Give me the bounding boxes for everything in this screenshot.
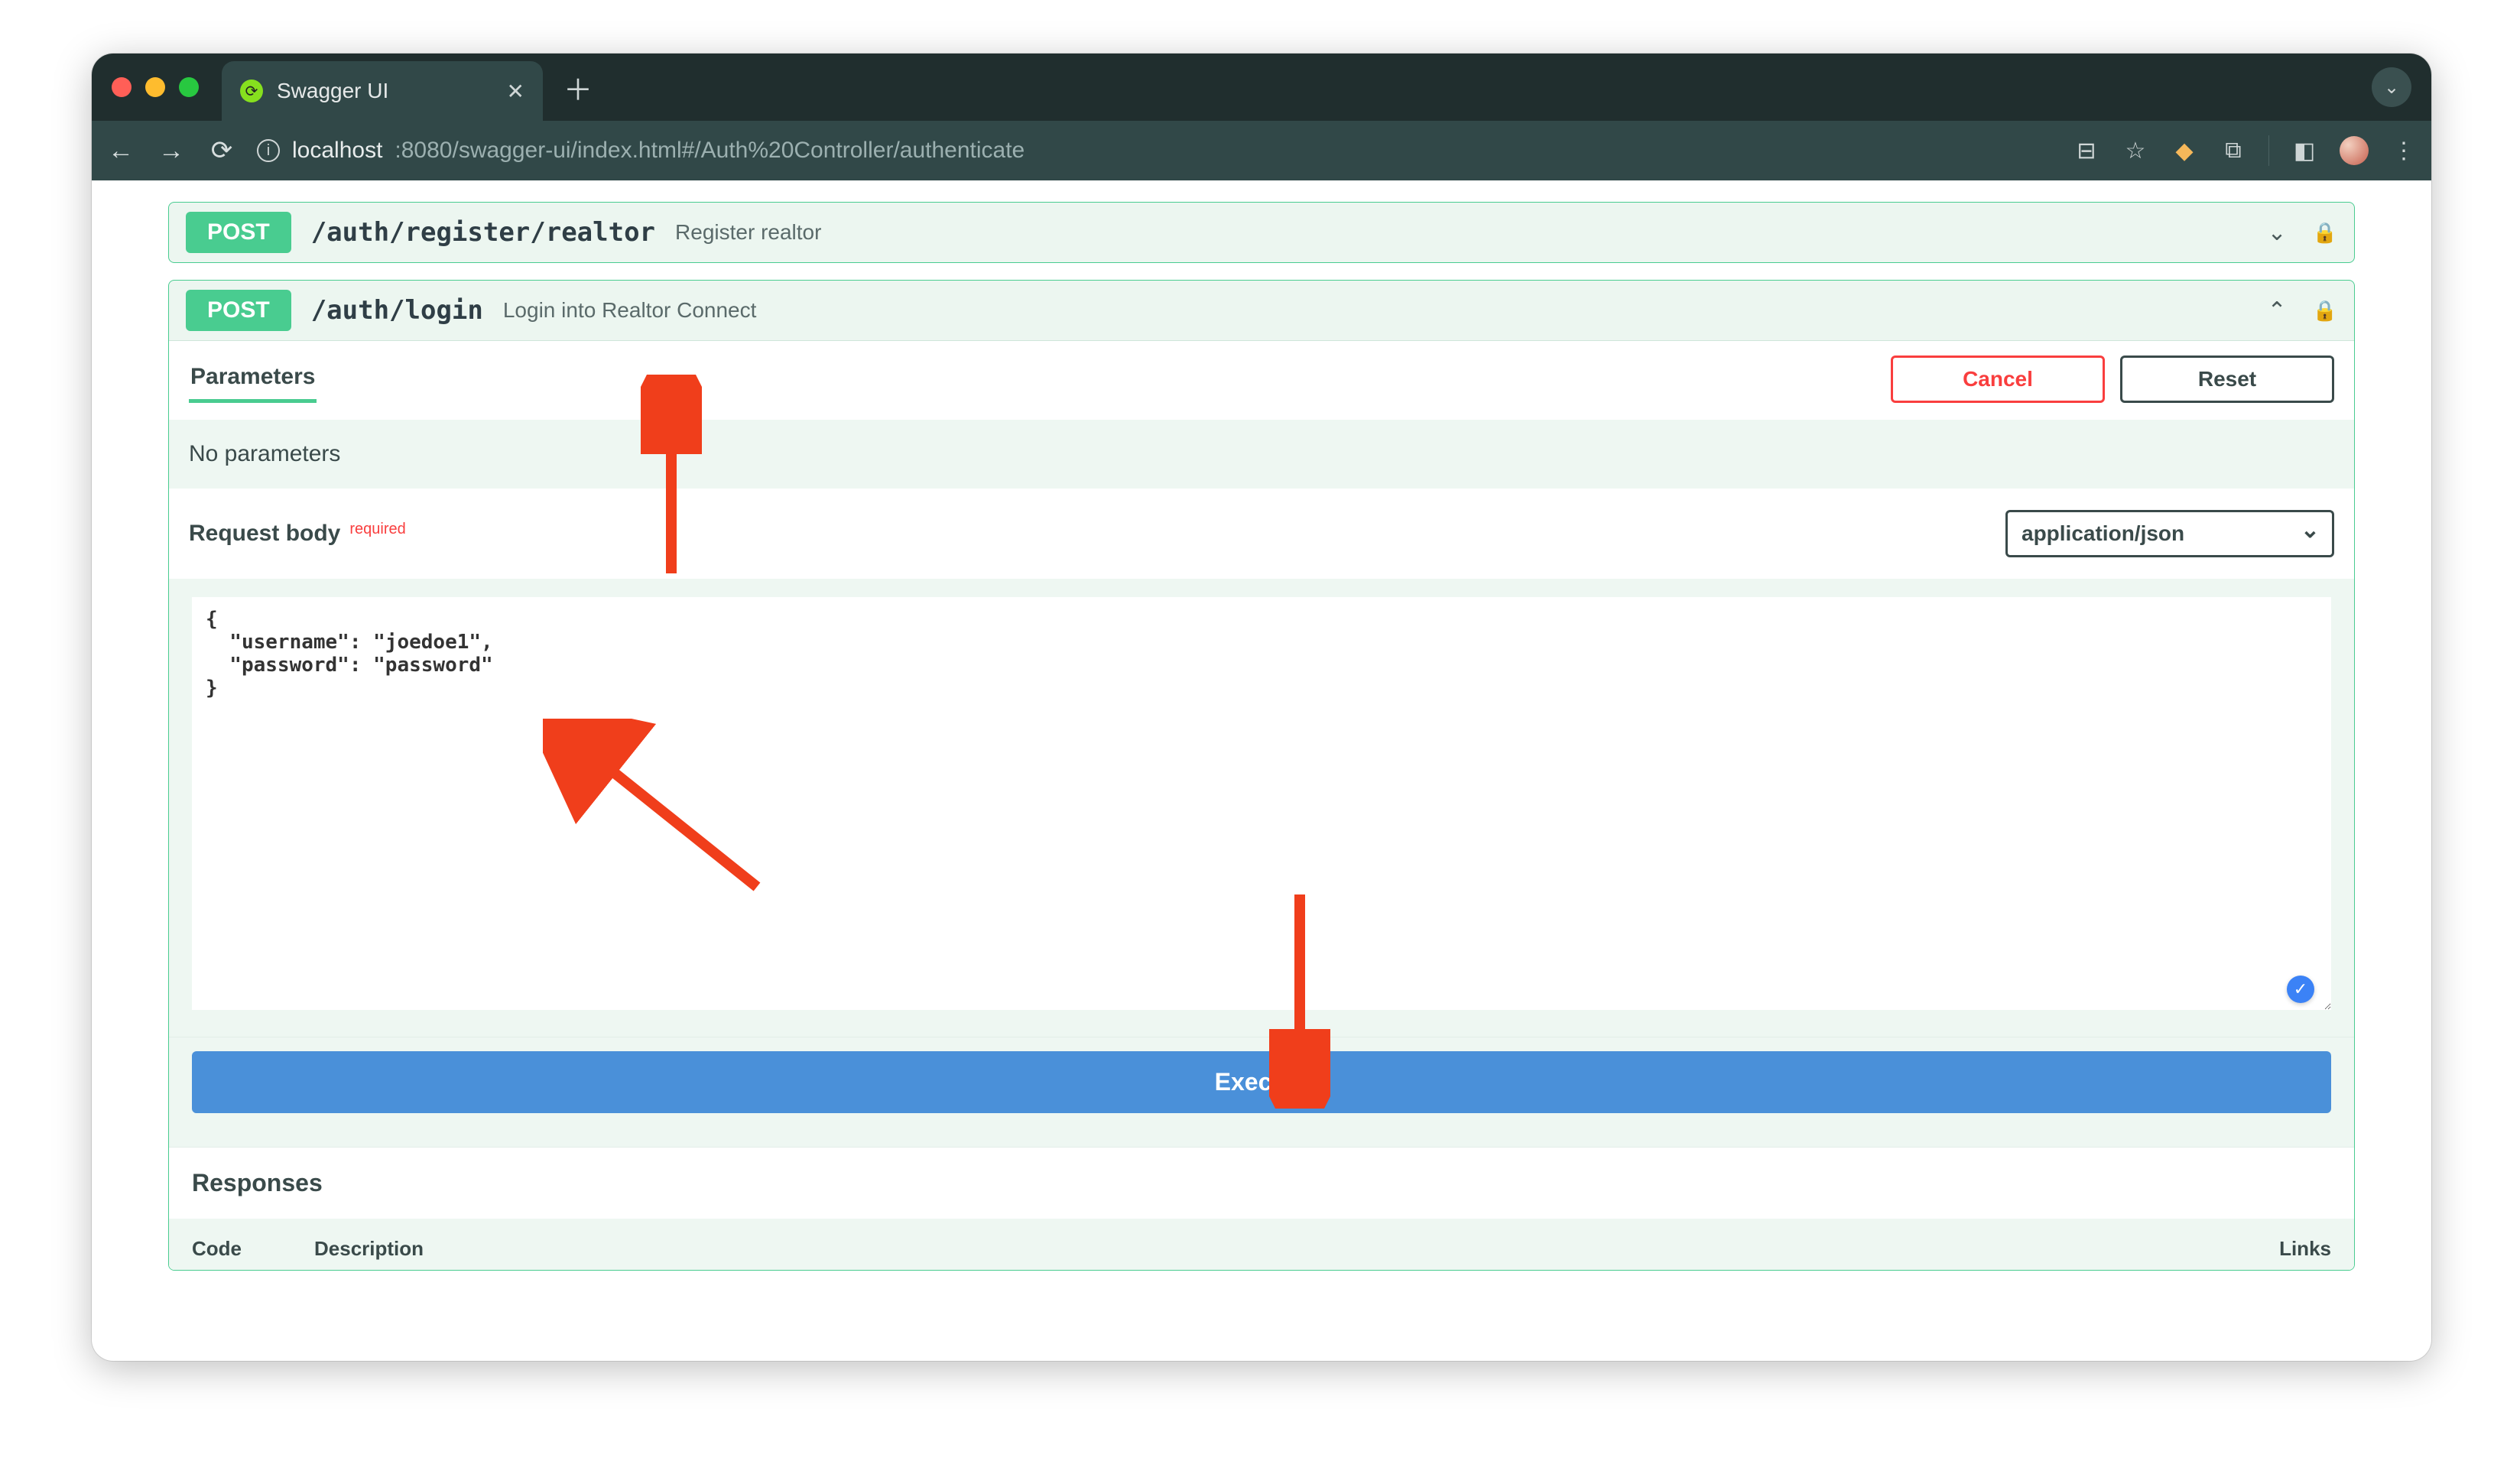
parameters-tab[interactable]: Parameters [189, 355, 317, 403]
op-summary[interactable]: POST /auth/register/realtor Register rea… [169, 203, 2354, 262]
lock-icon[interactable]: 🔒 [2313, 299, 2337, 323]
execute-button[interactable]: Execute [192, 1051, 2331, 1113]
address-bar[interactable]: i localhost :8080/swagger-ui/index.html#/… [257, 138, 2038, 164]
chrome-menu-icon[interactable]: ⋮ [2390, 138, 2418, 164]
request-body-editor[interactable] [192, 597, 2331, 1010]
col-code: Code [192, 1237, 314, 1261]
swagger-favicon: ⟳ [240, 80, 263, 102]
close-tab-icon[interactable]: ✕ [507, 79, 524, 104]
tab-title: Swagger UI [277, 79, 493, 103]
endpoint-path: /auth/register/realtor [311, 217, 655, 248]
url-path: :8080/swagger-ui/index.html#/Auth%20Cont… [395, 138, 1025, 164]
endpoint-description: Login into Realtor Connect [503, 298, 757, 323]
bookmark-icon[interactable]: ☆ [2122, 138, 2149, 164]
chevron-down-icon: ⌄ [2267, 219, 2286, 246]
cancel-button[interactable]: Cancel [1891, 356, 2105, 403]
browser-tab[interactable]: ⟳ Swagger UI ✕ [222, 61, 543, 121]
reload-button[interactable]: ⟳ [206, 135, 237, 166]
col-links: Links [2209, 1237, 2331, 1261]
reset-button[interactable]: Reset [2120, 356, 2334, 403]
lock-icon[interactable]: 🔒 [2313, 221, 2337, 245]
http-method-badge: POST [186, 290, 291, 331]
browser-tabstrip: ⟳ Swagger UI ✕ ＋ ⌄ [92, 54, 2431, 121]
close-window-button[interactable] [112, 77, 132, 97]
endpoint-description: Register realtor [675, 220, 821, 245]
minimize-window-button[interactable] [145, 77, 165, 97]
swagger-content: POST /auth/register/realtor Register rea… [92, 180, 2431, 1271]
toolbar-divider [2268, 135, 2269, 166]
new-tab-button[interactable]: ＋ [563, 67, 593, 109]
grammarly-check-icon[interactable]: ✓ [2287, 976, 2314, 1003]
translate-icon[interactable]: ⊟ [2073, 138, 2100, 164]
op-auth-login: POST /auth/login Login into Realtor Conn… [168, 280, 2355, 1271]
url-host: localhost [292, 138, 382, 164]
tabs-dropdown-button[interactable]: ⌄ [2372, 67, 2411, 107]
traffic-lights [112, 77, 199, 97]
endpoint-path: /auth/login [311, 295, 483, 326]
required-badge: required [349, 521, 405, 538]
forward-button[interactable]: → [156, 136, 187, 166]
site-info-icon[interactable]: i [257, 139, 280, 162]
responses-heading: Responses [169, 1147, 2354, 1219]
http-method-badge: POST [186, 212, 291, 253]
extension-vue-icon[interactable]: ◆ [2171, 138, 2198, 164]
op-body: Parameters Cancel Reset No parameters Re… [169, 340, 2354, 1270]
responses-table-header: Code Description Links [169, 1219, 2354, 1270]
sidepanel-icon[interactable]: ◧ [2291, 138, 2318, 164]
back-button[interactable]: ← [106, 136, 136, 166]
maximize-window-button[interactable] [179, 77, 199, 97]
op-summary[interactable]: POST /auth/login Login into Realtor Conn… [169, 281, 2354, 340]
content-type-select[interactable]: application/json [2005, 510, 2334, 557]
profile-avatar[interactable] [2340, 136, 2369, 165]
chevron-up-icon: ⌃ [2267, 297, 2286, 324]
browser-toolbar: ← → ⟳ i localhost :8080/swagger-ui/index.… [92, 121, 2431, 180]
no-parameters-text: No parameters [169, 420, 2354, 489]
op-auth-register-realtor: POST /auth/register/realtor Register rea… [168, 202, 2355, 263]
request-body-label: Request body [189, 521, 340, 547]
extensions-icon[interactable]: ⧉ [2220, 138, 2247, 164]
col-desc: Description [314, 1237, 2209, 1261]
